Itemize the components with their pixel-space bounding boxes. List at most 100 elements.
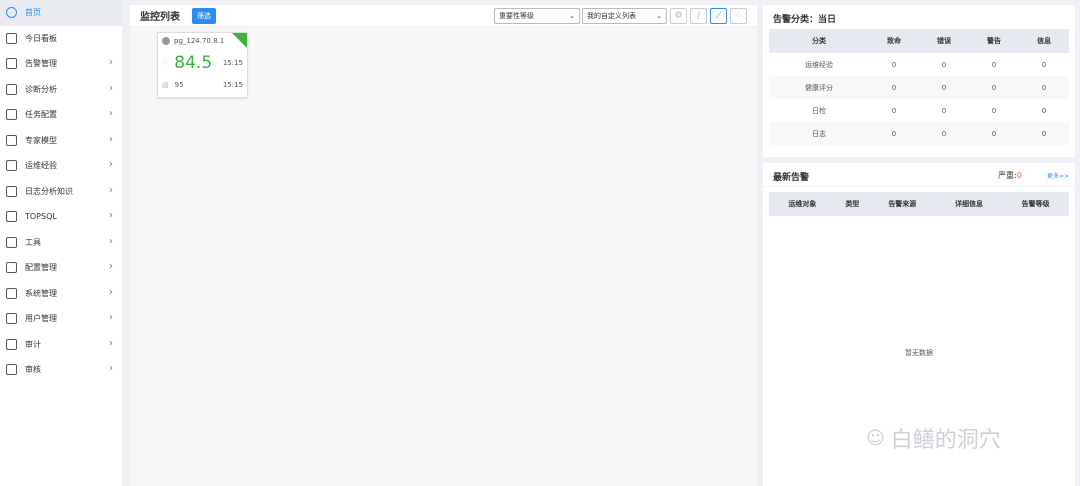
sidebar-item-4[interactable]: 任务配置 › bbox=[0, 102, 122, 128]
table-cell: 0 bbox=[1041, 60, 1047, 69]
sidebar-item-5[interactable]: 专家模型 › bbox=[0, 128, 122, 154]
latest-alarm-title: 最新告警 bbox=[773, 173, 810, 183]
user-icon bbox=[6, 313, 17, 325]
score-time: 15:15 bbox=[222, 59, 243, 67]
scatter-icon[interactable]: ⁘ bbox=[730, 8, 747, 24]
table-cell: 0 bbox=[991, 60, 997, 69]
alarm-icon bbox=[6, 58, 17, 70]
sidebar-item-12[interactable]: 用户管理 › bbox=[0, 306, 122, 332]
sidebar-item-10[interactable]: 配置管理 › bbox=[0, 255, 122, 281]
chevron-right-icon: › bbox=[109, 261, 113, 272]
table-cell: 0 bbox=[869, 122, 919, 145]
expert-icon bbox=[6, 134, 17, 146]
table-cell: 0 bbox=[891, 106, 897, 115]
chevron-right-icon: › bbox=[109, 159, 113, 170]
watermark-text: 白鳝的洞穴 bbox=[890, 428, 1001, 453]
sidebar-item-1[interactable]: 今日看板 bbox=[0, 26, 122, 52]
sidebar-item-2[interactable]: 告警管理 › bbox=[0, 51, 122, 77]
task-icon bbox=[6, 109, 17, 121]
briefcase-icon bbox=[6, 160, 17, 172]
column-header: 分类 bbox=[769, 29, 869, 53]
chevron-right-icon: › bbox=[109, 210, 113, 221]
table-cell: 运维经验 bbox=[805, 60, 833, 69]
column-header: 信息 bbox=[1019, 29, 1069, 53]
table-cell: 0 bbox=[969, 122, 1019, 145]
sidebar-item-9[interactable]: 工具 › bbox=[0, 230, 122, 256]
table-cell: 0 bbox=[941, 106, 947, 115]
metric-value: 95 bbox=[174, 81, 184, 89]
sidebar-item-label: 诊断分析 bbox=[25, 84, 57, 94]
alarm-summary-table: 分类 致命 错误 警告 信息 运维经验 0 0 0 0 健康评分 0 0 0 0 日检 0 0 0 0 日志 0 0 0 0 bbox=[769, 29, 1069, 145]
column-header: 类型 bbox=[835, 192, 869, 216]
table-row: 日检 0 0 0 0 bbox=[769, 99, 1069, 122]
chevron-right-icon: › bbox=[109, 133, 113, 145]
filter-button[interactable]: 筛选 bbox=[192, 7, 216, 24]
gear-icon[interactable]: ⚙ bbox=[670, 8, 687, 24]
sidebar-item-label: 告警管理 bbox=[25, 59, 57, 69]
sidebar-item-3[interactable]: 诊断分析 › bbox=[0, 77, 122, 103]
clipboard-icon bbox=[6, 364, 17, 376]
sidebar: 首页 今日看板 告警管理 › 诊断分析 › 任务配置 › 专家模型 › 运维经验 › 日志分析知识 › TO… bbox=[0, 0, 122, 486]
sidebar-item-label: 配置管理 bbox=[25, 263, 57, 273]
sidebar-item-8[interactable]: TOPSQL › bbox=[0, 204, 122, 230]
chevron-right-icon: › bbox=[109, 108, 113, 119]
table-cell: 0 bbox=[1019, 76, 1069, 99]
sidebar-item-label: 专家模型 bbox=[25, 135, 57, 145]
more-link[interactable]: 更多>> bbox=[1047, 171, 1069, 180]
sidebar-item-0[interactable]: 首页 bbox=[0, 0, 122, 26]
book-icon bbox=[6, 185, 17, 197]
column-header: 运维对象 bbox=[769, 192, 836, 216]
database-icon bbox=[6, 211, 17, 223]
sidebar-item-6[interactable]: 运维经验 › bbox=[0, 153, 122, 179]
chevron-right-icon: › bbox=[109, 57, 113, 68]
table-row: 日志 0 0 0 0 bbox=[769, 122, 1069, 145]
sidebar-item-label: 审计 bbox=[25, 339, 41, 349]
chevron-down-icon: ⌄ bbox=[656, 12, 662, 20]
sidebar-item-label: 今日看板 bbox=[25, 33, 57, 43]
table-row: 运维经验 0 0 0 0 bbox=[769, 53, 1069, 76]
latest-alarm-table: 运维对象 类型 告警来源 详细信息 告警等级 bbox=[769, 192, 1069, 216]
table-cell: 0 bbox=[1041, 106, 1047, 115]
severe-count: 0 bbox=[1016, 171, 1022, 180]
gear-icon bbox=[6, 287, 17, 299]
chevron-down-icon: ⌄ bbox=[569, 12, 575, 20]
sidebar-item-11[interactable]: 系统管理 › bbox=[0, 281, 122, 307]
table-cell: 日检 bbox=[812, 106, 826, 115]
chevron-right-icon: › bbox=[109, 235, 113, 247]
table-cell: 0 bbox=[1019, 122, 1069, 145]
monitor-panel: 监控列表 筛选 重要性等级 ⌄ 我的自定义列表 ⌄ ⚙ ∕ ⟋ ⁘ pg_124.7… bbox=[130, 5, 757, 486]
column-header: 错误 bbox=[919, 29, 969, 53]
table-cell: 健康评分 bbox=[769, 76, 869, 99]
postgres-icon bbox=[162, 37, 170, 45]
column-header: 告警来源 bbox=[868, 192, 936, 216]
sidebar-item-14[interactable]: 审核 › bbox=[0, 357, 122, 383]
sidebar-item-label: TOPSQL bbox=[25, 212, 57, 222]
importance-select-value: 重要性等级 bbox=[499, 12, 534, 20]
table-cell: 0 bbox=[969, 76, 1019, 99]
table-cell: 日志 bbox=[769, 122, 869, 145]
sidebar-item-13[interactable]: 审计 › bbox=[0, 332, 122, 358]
sidebar-item-label: 日志分析知识 bbox=[25, 186, 73, 196]
chevron-right-icon: › bbox=[109, 312, 113, 323]
sidebar-item-label: 首页 bbox=[25, 8, 41, 18]
table-cell: 0 bbox=[869, 76, 919, 99]
monitor-icon bbox=[6, 32, 17, 44]
alarm-summary-title: 告警分类：当日 bbox=[773, 15, 837, 25]
column-header: 详细信息 bbox=[935, 192, 1003, 216]
instance-name: pg_124.70.8.1 bbox=[174, 37, 225, 45]
sliders-icon bbox=[6, 262, 17, 274]
importance-select[interactable]: 重要性等级 ⌄ bbox=[494, 8, 580, 24]
table-cell: 0 bbox=[991, 106, 997, 115]
wechat-icon: ☺ bbox=[866, 427, 885, 449]
monitor-card[interactable]: pg_124.70.8.1 ♡ 84.5 15:15 ▨ 95 15:15 bbox=[157, 32, 248, 98]
sidebar-item-7[interactable]: 日志分析知识 › bbox=[0, 179, 122, 205]
heart-icon: ♡ bbox=[162, 59, 169, 67]
sidebar-item-label: 审核 bbox=[25, 365, 41, 375]
line-chart-icon[interactable]: ⟋ bbox=[710, 8, 727, 24]
chevron-right-icon: › bbox=[109, 337, 113, 349]
sidebar-item-label: 系统管理 bbox=[25, 288, 57, 298]
metric-time: 15:15 bbox=[222, 81, 243, 89]
edit-icon[interactable]: ∕ bbox=[690, 8, 707, 24]
custom-list-select[interactable]: 我的自定义列表 ⌄ bbox=[582, 8, 667, 24]
cube-icon bbox=[6, 7, 17, 19]
